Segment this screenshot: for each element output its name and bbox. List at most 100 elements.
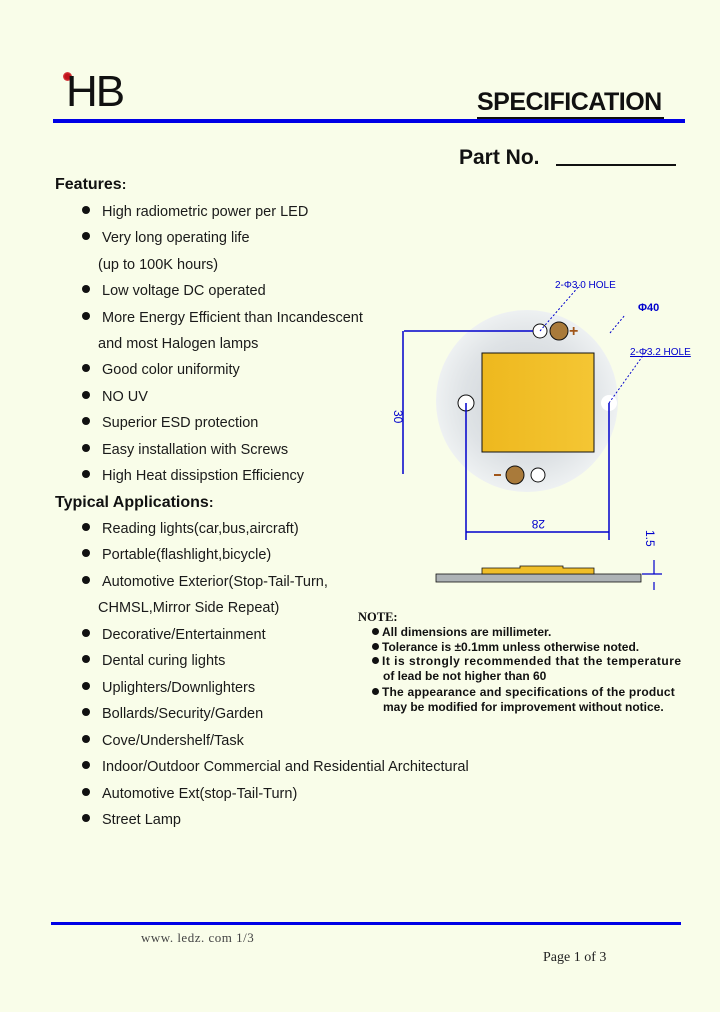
note-text: All dimensions are millimeter. (382, 625, 552, 639)
side-view-chip (481, 565, 595, 575)
feature-item-continuation: (up to 100K hours) (98, 257, 219, 273)
application-item: Cove/Undershelf/Task (82, 733, 244, 749)
note-text: The appearance and specifications of the… (382, 685, 675, 699)
application-text: Dental curing lights (102, 653, 226, 669)
bullet-icon (372, 657, 379, 664)
feature-item: Easy installation with Screws (82, 442, 288, 458)
feature-item: High Heat dissipstion Efficiency (82, 468, 304, 484)
application-item: Reading lights(car,bus,aircraft) (82, 521, 299, 537)
feature-text: NO UV (102, 389, 148, 405)
application-item: Dental curing lights (82, 653, 225, 669)
bullet-icon (372, 628, 379, 635)
application-item: Indoor/Outdoor Commercial and Residentia… (82, 759, 469, 775)
application-text: Indoor/Outdoor Commercial and Residentia… (102, 759, 469, 775)
bullet-icon (82, 470, 90, 478)
application-text: Decorative/Entertainment (102, 627, 266, 643)
application-item-continuation: CHMSL,Mirror Side Repeat) (98, 600, 280, 616)
application-text: Cove/Undershelf/Task (102, 733, 244, 749)
application-text: Automotive Ext(stop-Tail-Turn) (102, 786, 298, 802)
feature-text: Superior ESD protection (102, 415, 259, 431)
bullet-icon (82, 444, 90, 452)
features-heading-text: Features (55, 176, 122, 193)
bullet-icon (82, 206, 90, 214)
feature-item: High radiometric power per LED (82, 204, 308, 220)
bullet-icon (82, 232, 90, 240)
feature-item: Good color uniformity (82, 362, 240, 378)
note-item-continuation: of lead be not higher than 60 (383, 669, 547, 683)
part-number-blank (556, 164, 676, 166)
bullet-icon (82, 364, 90, 372)
page-number: Page 1 of 3 (543, 950, 607, 965)
feature-text: High radiometric power per LED (102, 204, 309, 220)
application-item: Uplighters/Downlighters (82, 680, 255, 696)
negative-sign (494, 474, 501, 476)
feature-text: Very long operating life (102, 230, 250, 246)
hole-top-label: 2-Φ3.0 HOLE (555, 280, 616, 291)
document-title: SPECIFICATION (477, 87, 664, 119)
note-item: Tolerance is ±0.1mm unless otherwise not… (372, 640, 639, 654)
application-item: Decorative/Entertainment (82, 627, 266, 643)
note-text: It is strongly recommended that the temp… (382, 654, 682, 668)
led-chip (481, 352, 595, 453)
bullet-icon (372, 643, 379, 650)
bullet-icon (82, 549, 90, 557)
bullet-icon (82, 417, 90, 425)
application-text: Reading lights(car,bus,aircraft) (102, 521, 299, 537)
company-logo: HB (58, 66, 128, 116)
bullet-icon (82, 629, 90, 637)
footer-rule (51, 922, 681, 925)
diameter-label: Φ40 (638, 302, 659, 314)
feature-text: Low voltage DC operated (102, 283, 266, 299)
feature-text: Good color uniformity (102, 362, 240, 378)
application-text: Automotive Exterior(Stop-Tail-Turn, (102, 574, 328, 590)
features-heading: Features: (55, 176, 127, 193)
application-item: Automotive Exterior(Stop-Tail-Turn, (82, 574, 328, 590)
note-item-continuation: may be modified for improvement without … (383, 700, 664, 714)
applications-heading: Typical Applications: (55, 494, 214, 511)
part-number-label: Part No. (459, 146, 540, 169)
notes-heading: NOTE: (358, 610, 398, 624)
feature-item: Very long operating life (82, 230, 250, 246)
feature-item: More Energy Efficient than Incandescent (82, 310, 363, 326)
note-item: The appearance and specifications of the… (372, 685, 675, 699)
header-rule (53, 119, 685, 123)
negative-pad (505, 465, 525, 485)
hole-side-label: 2-Φ3.2 HOLE (630, 347, 691, 358)
feature-text: Easy installation with Screws (102, 442, 289, 458)
feature-text: High Heat dissipstion Efficiency (102, 468, 305, 484)
application-item: Bollards/Security/Garden (82, 706, 263, 722)
feature-item: Low voltage DC operated (82, 283, 266, 299)
bullet-icon (82, 814, 90, 822)
height-dimension: 30 (391, 410, 405, 424)
feature-text: More Energy Efficient than Incandescent (102, 310, 363, 326)
bullet-icon (82, 655, 90, 663)
application-item: Automotive Ext(stop-Tail-Turn) (82, 786, 297, 802)
application-text: Bollards/Security/Garden (102, 706, 264, 722)
application-item: Street Lamp (82, 812, 181, 828)
note-item: All dimensions are millimeter. (372, 625, 551, 639)
bullet-icon (82, 285, 90, 293)
application-text: Uplighters/Downlighters (102, 680, 256, 696)
bullet-icon (82, 761, 90, 769)
applications-heading-text: Typical Applications (55, 494, 209, 511)
mechanical-drawing: + 2-Φ3.0 HOLE Φ40 2-Φ3.2 HOLE 30 28 1.5 (391, 280, 691, 590)
application-item: Portable(flashlight,bicycle) (82, 547, 271, 563)
feature-item-continuation: and most Halogen lamps (98, 336, 259, 352)
bullet-icon (82, 576, 90, 584)
bullet-icon (82, 708, 90, 716)
bullet-icon (82, 312, 90, 320)
mount-hole-bottom (530, 467, 546, 483)
logo-text: HB (66, 67, 125, 116)
bullet-icon (372, 688, 379, 695)
application-text: Portable(flashlight,bicycle) (102, 547, 272, 563)
bullet-icon (82, 391, 90, 399)
feature-item: NO UV (82, 389, 148, 405)
positive-pad (549, 321, 569, 341)
bullet-icon (82, 682, 90, 690)
leader-diameter (609, 314, 626, 334)
application-text: Street Lamp (102, 812, 181, 828)
positive-sign: + (569, 323, 578, 340)
note-item: It is strongly recommended that the temp… (372, 654, 682, 668)
thickness-dimension: 1.5 (643, 530, 657, 547)
footer-url: www. ledz. com 1/3 (141, 930, 255, 945)
